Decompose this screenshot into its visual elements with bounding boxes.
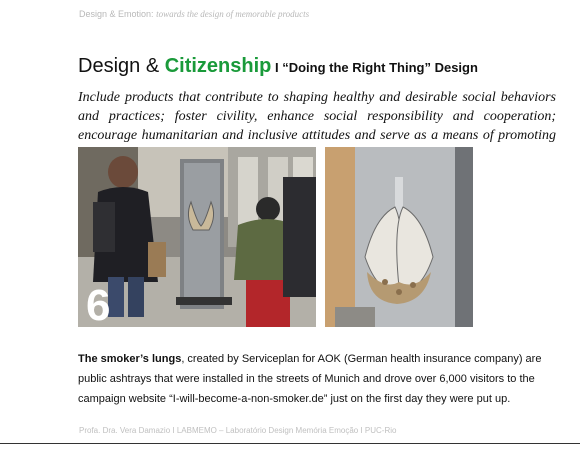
slide-title: Design & Citizenship I “Doing the Right …	[78, 55, 478, 78]
street-photo	[78, 147, 316, 327]
ashtray-closeup-photo	[325, 147, 473, 327]
running-header: Design & Emotion: towards the design of …	[79, 9, 309, 19]
slide-number: 6	[86, 281, 111, 330]
description-paragraph: The smoker’s lungs, created by Servicepl…	[78, 349, 558, 409]
header-prefix: Design & Emotion:	[79, 9, 154, 19]
bottom-divider	[0, 443, 580, 444]
footer-credit: Profa. Dra. Vera Damazio I LABMEMO – Lab…	[79, 426, 397, 435]
title-highlight: Citizenship	[164, 55, 272, 77]
header-subtitle: towards the design of memorable products	[156, 9, 310, 19]
description-bold: The smoker’s lungs	[78, 353, 182, 365]
title-part2: I “Doing the Right Thing” Design	[271, 60, 478, 75]
title-part1: Design &	[78, 55, 165, 77]
